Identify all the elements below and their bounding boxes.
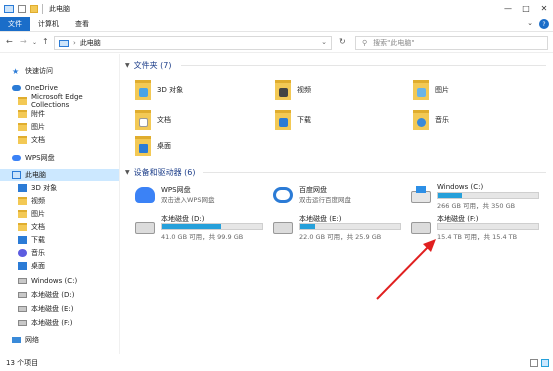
tiles-view-button[interactable] xyxy=(541,359,549,367)
item-count: 13 个项目 xyxy=(6,359,39,367)
annotation-arrow xyxy=(376,239,436,300)
details-view-button[interactable] xyxy=(530,359,538,367)
status-bar: 13 个项目 xyxy=(0,355,553,371)
arrow-shaft xyxy=(376,243,432,300)
